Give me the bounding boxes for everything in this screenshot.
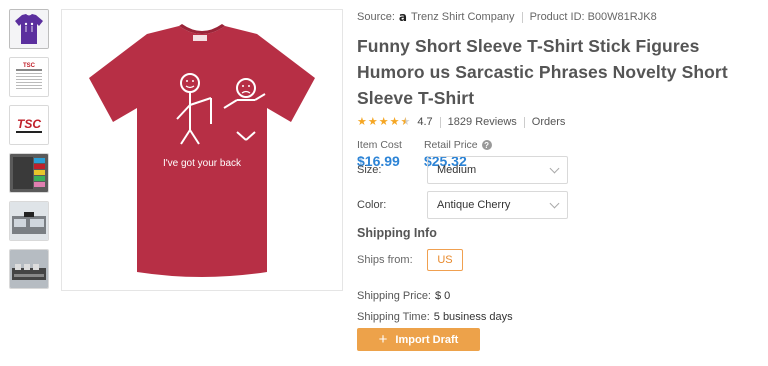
chevron-down-icon [549,163,560,173]
purple-shirt-image [10,10,48,48]
options-panel: Size: Medium Color: Antique Cherry Shipp… [357,0,762,366]
svg-text:TSC: TSC [23,63,36,69]
svg-text:TSC: TSC [17,117,41,131]
plus-icon: + [378,331,388,348]
shipping-price-row: Shipping Price: $ 0 [357,290,450,302]
color-option-row: Color: Antique Cherry [357,191,568,219]
import-draft-button[interactable]: + Import Draft [357,328,480,351]
size-select[interactable]: Medium [427,156,568,184]
thumbnail-purple-shirt[interactable] [9,9,49,49]
color-select-value: Antique Cherry [437,199,511,211]
shipping-info-title: Shipping Info [357,226,437,240]
chevron-down-icon [549,198,560,208]
import-draft-label: Import Draft [395,333,459,346]
size-label: Size: [357,164,382,176]
ships-from-row: Ships from: US [357,249,463,271]
color-select[interactable]: Antique Cherry [427,191,568,219]
shipping-time-row: Shipping Time: 5 business days [357,311,513,323]
thumbnail-list: TSC TSC [9,9,51,297]
shipping-price-value: $ 0 [435,290,451,302]
red-tshirt-illustration: I've got your back [89,24,315,277]
shipping-time-label: Shipping Time: [357,311,430,323]
shirt-print-text: I've got your back [163,158,242,169]
ships-from-country-button[interactable]: US [427,249,463,271]
size-option-row: Size: Medium [357,156,568,184]
thumbnail-size-chart[interactable]: TSC [9,57,49,97]
thumbnail-storefront[interactable] [9,201,49,241]
size-select-value: Medium [437,164,477,176]
ships-from-label: Ships from: [357,254,413,266]
thumbnail-printing-machine[interactable] [9,249,49,289]
tsc-logo-image: TSC [10,106,48,144]
thumbnail-tsc-logo[interactable]: TSC [9,105,49,145]
thumbnail-color-swatch[interactable] [9,153,49,193]
color-swatch-image [10,154,48,192]
storefront-image [10,202,48,240]
size-chart-image: TSC [10,58,48,96]
shipping-time-value: 5 business days [433,311,513,323]
shipping-price-label: Shipping Price: [357,290,431,302]
color-label: Color: [357,199,387,211]
printing-machine-image [10,250,48,288]
main-product-image: I've got your back [61,9,343,291]
